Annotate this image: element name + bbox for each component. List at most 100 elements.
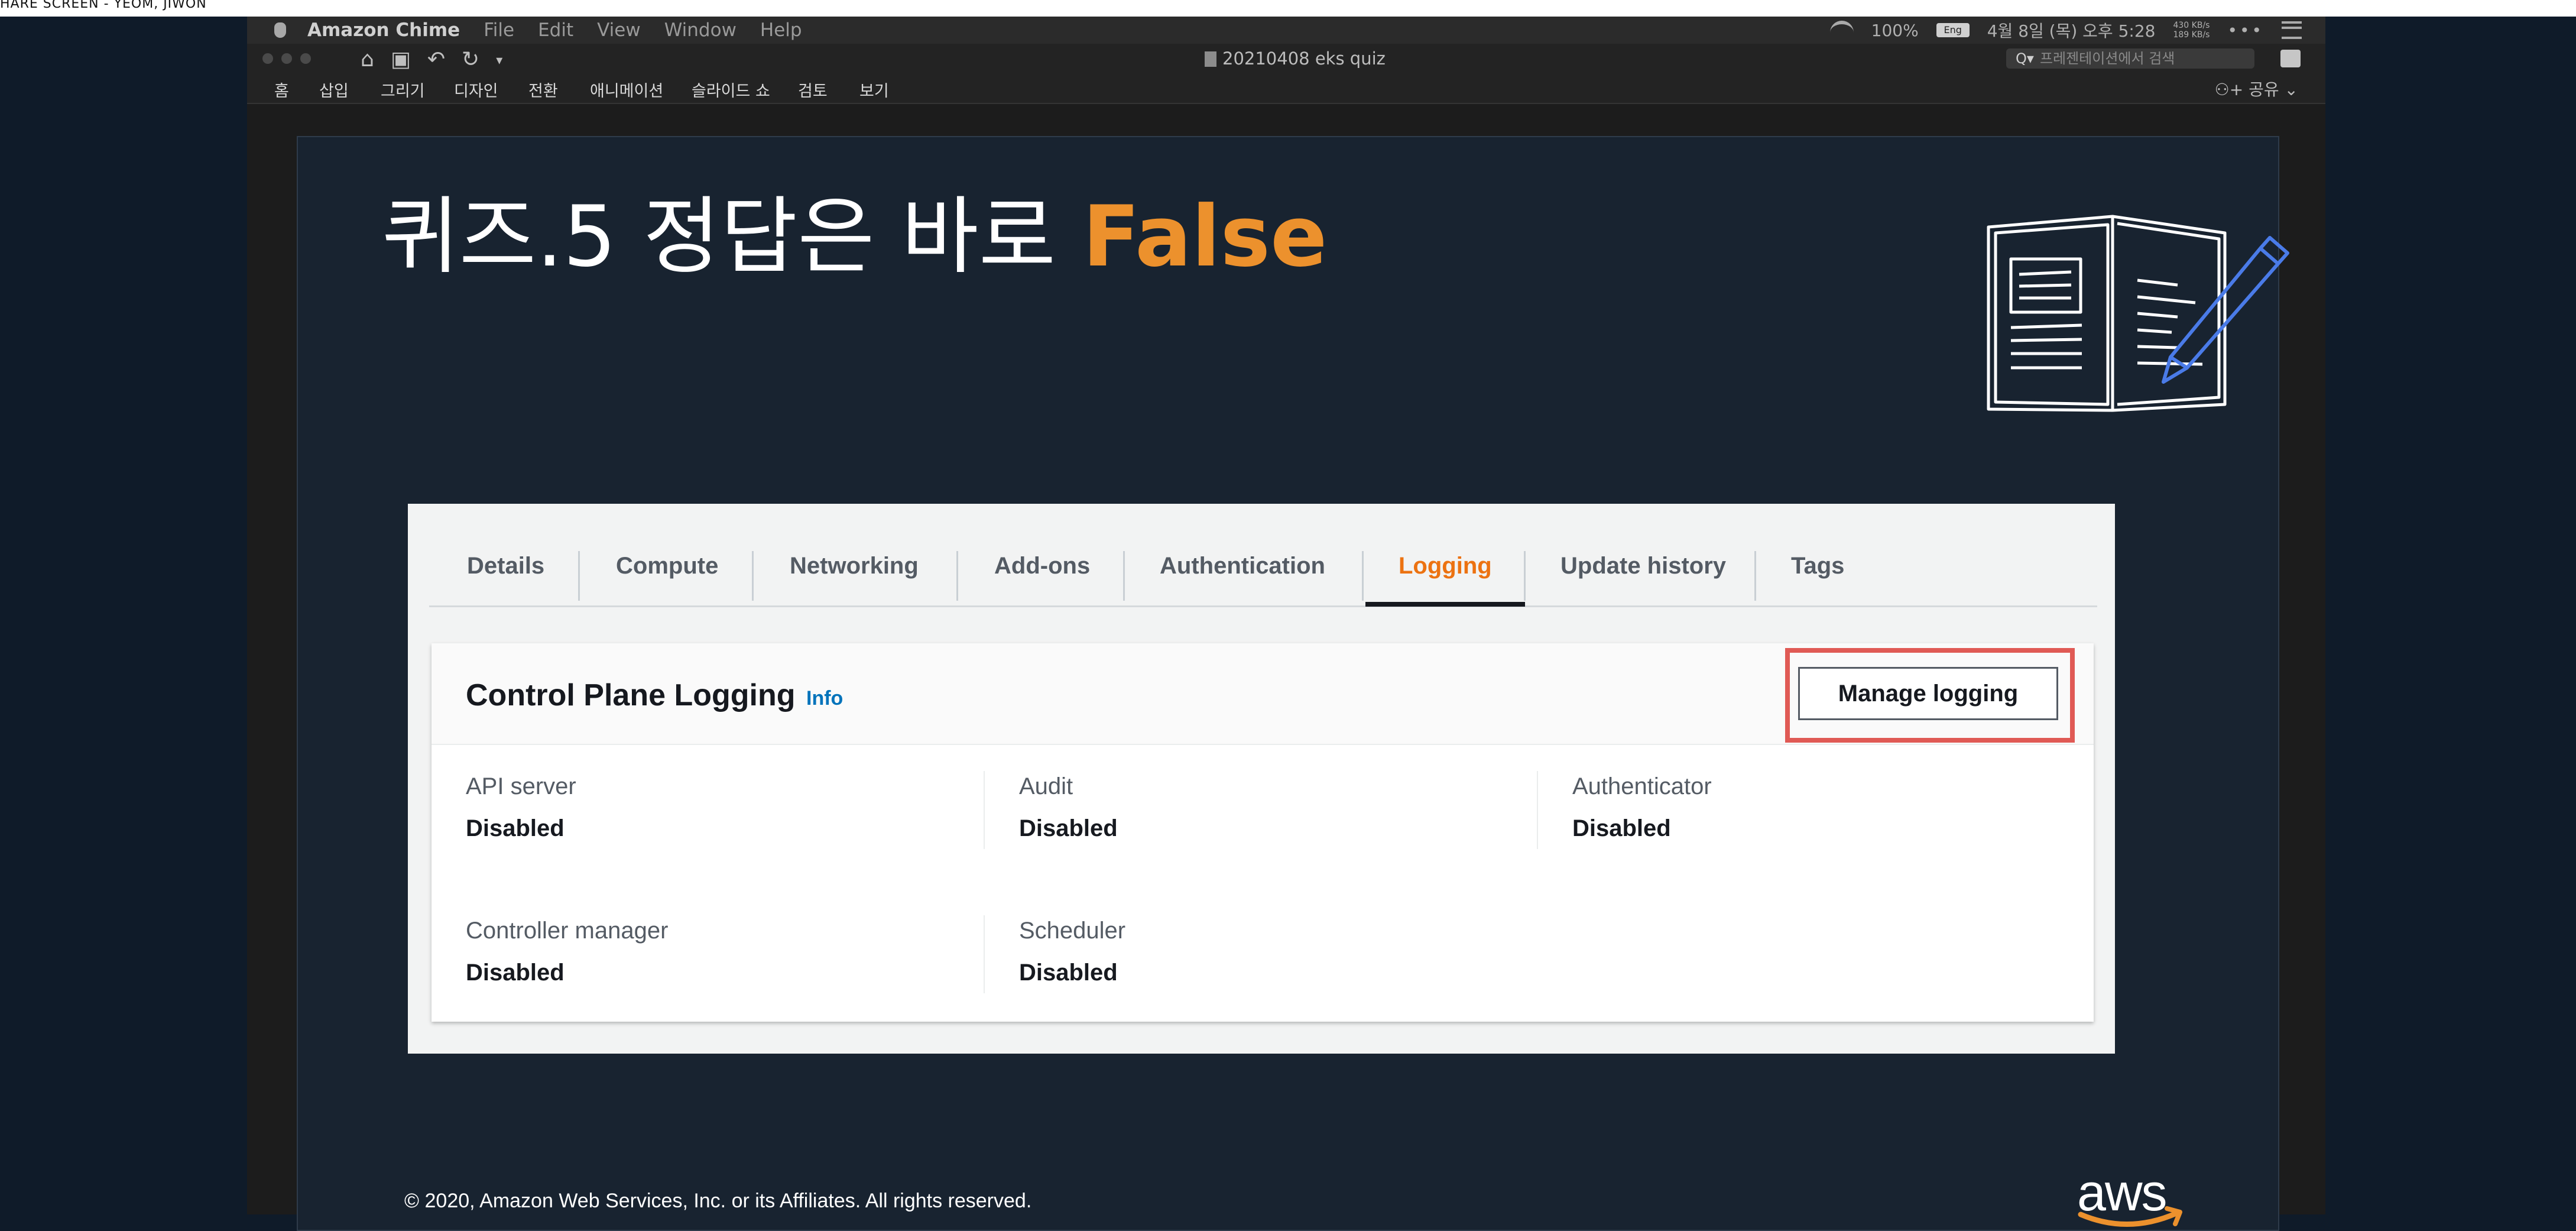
column-divider (1537, 771, 1538, 849)
eks-console-screenshot: Details Compute Networking Add-ons Authe… (408, 504, 2115, 1054)
comment-icon[interactable] (2280, 50, 2301, 67)
apple-icon[interactable] (274, 22, 286, 38)
search-placeholder: 프레젠테이션에서 검색 (2039, 50, 2175, 67)
document-title-text: 20210408 eks quiz (1222, 48, 1386, 69)
field-label: Scheduler (1019, 918, 1126, 944)
customize-toolbar-icon[interactable]: ▾ (496, 47, 502, 72)
document-icon (1205, 51, 1216, 67)
aws-logo: aws (2075, 1163, 2193, 1231)
control-plane-logging-panel: Control Plane Logging Info Manage loggin… (432, 643, 2094, 1022)
tab-networking[interactable]: Networking (790, 526, 919, 605)
ribbon-tabs: 홈 삽입 그리기 디자인 전환 애니메이션 슬라이드 쇼 검토 보기 ⚇+ 공유… (247, 73, 2325, 104)
menubar-status-area: 100% Eng 4월 8일 (목) 오후 5:28 430 KB/s 189 … (1829, 17, 2302, 44)
minimize-window-icon[interactable] (281, 53, 292, 64)
panel-title: Control Plane Logging (466, 678, 796, 712)
document-title: 20210408 eks quiz (1205, 48, 1386, 69)
tab-divider (1524, 551, 1526, 601)
window-controls (262, 53, 311, 64)
tab-compute[interactable]: Compute (616, 526, 718, 605)
column-divider (984, 771, 985, 849)
quick-toolbar: ⌂ ▣ ↶ ↻ ▾ (361, 47, 502, 72)
field-authenticator: Authenticator Disabled (1572, 773, 1712, 842)
input-source-badge[interactable]: Eng (1936, 23, 1970, 37)
add-person-icon: ⚇+ (2214, 80, 2249, 99)
book-and-pencil-icon (1987, 215, 2289, 412)
mac-menubar: Amazon Chime File Edit View Window Help … (247, 17, 2325, 44)
menu-window[interactable]: Window (664, 20, 737, 41)
panel-header: Control Plane Logging Info Manage loggin… (432, 643, 2094, 745)
menu-help[interactable]: Help (760, 20, 802, 41)
zoom-window-icon[interactable] (300, 53, 311, 64)
window-toolbar: ⌂ ▣ ↶ ↻ ▾ 20210408 eks quiz Q▾ 프레젠테이션에서 검… (247, 44, 2325, 73)
field-value: Disabled (466, 815, 564, 841)
menu-file[interactable]: File (484, 20, 514, 41)
network-download: 189 KB/s (2173, 30, 2210, 40)
slide-title: 퀴즈.5 정답은 바로 False (382, 168, 1327, 290)
menubar-clock[interactable]: 4월 8일 (목) 오후 5:28 (1987, 18, 2156, 42)
ribbon-tab-insert[interactable]: 삽입 (319, 78, 349, 101)
ribbon-tab-home[interactable]: 홈 (274, 78, 289, 101)
ribbon-tab-view[interactable]: 보기 (859, 78, 889, 101)
field-value: Disabled (1572, 815, 1671, 841)
screen-share-banner: HARE SCREEN - YEOM, JIWON (0, 0, 2576, 17)
tab-update-history[interactable]: Update history (1560, 526, 1726, 605)
field-value: Disabled (1019, 815, 1118, 841)
slide-canvas[interactable]: 퀴즈.5 정답은 바로 False Details Compute Networ… (297, 136, 2289, 1231)
ribbon-tab-review[interactable]: 검토 (798, 78, 828, 101)
ribbon-tab-animations[interactable]: 애니메이션 (590, 78, 663, 101)
ribbon-tab-draw[interactable]: 그리기 (381, 78, 425, 101)
tab-tags[interactable]: Tags (1791, 526, 1844, 605)
tab-divider (956, 551, 958, 601)
field-label: API server (466, 773, 576, 799)
field-scheduler: Scheduler Disabled (1019, 918, 1125, 986)
tab-divider (578, 551, 580, 601)
search-icon[interactable]: Q▾ (2016, 50, 2034, 67)
more-icon[interactable]: ••• (2227, 21, 2264, 40)
field-audit: Audit Disabled (1019, 773, 1118, 842)
chevron-down-icon: ⌄ (2284, 80, 2298, 99)
share-button[interactable]: ⚇+ 공유 ⌄ (2215, 77, 2298, 101)
redo-icon[interactable]: ↻ (462, 47, 479, 72)
field-label: Audit (1019, 773, 1073, 799)
tab-divider (1362, 551, 1364, 601)
slide-title-text: 퀴즈.5 정답은 바로 (382, 188, 1083, 286)
keynote-window: Amazon Chime File Edit View Window Help … (247, 17, 2325, 1231)
menu-app-name[interactable]: Amazon Chime (307, 20, 460, 41)
ribbon-tab-slideshow[interactable]: 슬라이드 쇼 (692, 78, 770, 101)
tab-divider (1123, 551, 1125, 601)
ribbon-tab-transitions[interactable]: 전환 (528, 78, 558, 101)
slide-title-accent: False (1082, 188, 1328, 286)
tab-add-ons[interactable]: Add-ons (994, 526, 1090, 605)
network-upload: 430 KB/s (2173, 21, 2210, 30)
tab-divider (752, 551, 754, 601)
tab-logging[interactable]: Logging (1399, 526, 1492, 605)
field-label: Controller manager (466, 918, 669, 944)
manage-logging-button[interactable]: Manage logging (1798, 667, 2058, 720)
active-tab-underline (1365, 602, 1525, 607)
cluster-tabs: Details Compute Networking Add-ons Authe… (429, 526, 2097, 607)
field-label: Authenticator (1572, 773, 1712, 799)
notification-center-icon[interactable] (2282, 21, 2302, 39)
close-window-icon[interactable] (262, 53, 273, 64)
info-link[interactable]: Info (806, 687, 843, 710)
tab-details[interactable]: Details (467, 526, 544, 605)
field-api-server: API server Disabled (466, 773, 576, 842)
save-icon[interactable]: ▣ (391, 47, 411, 72)
slide-footer-copyright: © 2020, Amazon Web Services, Inc. or its… (404, 1190, 1032, 1212)
menu-edit[interactable]: Edit (538, 20, 573, 41)
field-value: Disabled (466, 960, 564, 986)
ribbon-tab-design[interactable]: 디자인 (454, 78, 498, 101)
column-divider (984, 915, 985, 993)
field-controller-manager: Controller manager Disabled (466, 918, 668, 986)
home-icon[interactable]: ⌂ (361, 47, 374, 72)
search-input[interactable]: Q▾ 프레젠테이션에서 검색 (2006, 48, 2254, 69)
menu-view[interactable]: View (597, 20, 641, 41)
field-value: Disabled (1019, 960, 1118, 986)
undo-icon[interactable]: ↶ (427, 47, 445, 72)
wifi-icon[interactable] (1829, 21, 1854, 40)
tab-authentication[interactable]: Authentication (1160, 526, 1325, 605)
screen-share-label: HARE SCREEN - YEOM, JIWON (0, 0, 207, 11)
share-label: 공유 (2249, 80, 2279, 99)
network-speed: 430 KB/s 189 KB/s (2173, 21, 2210, 40)
tab-divider (1754, 551, 1756, 601)
